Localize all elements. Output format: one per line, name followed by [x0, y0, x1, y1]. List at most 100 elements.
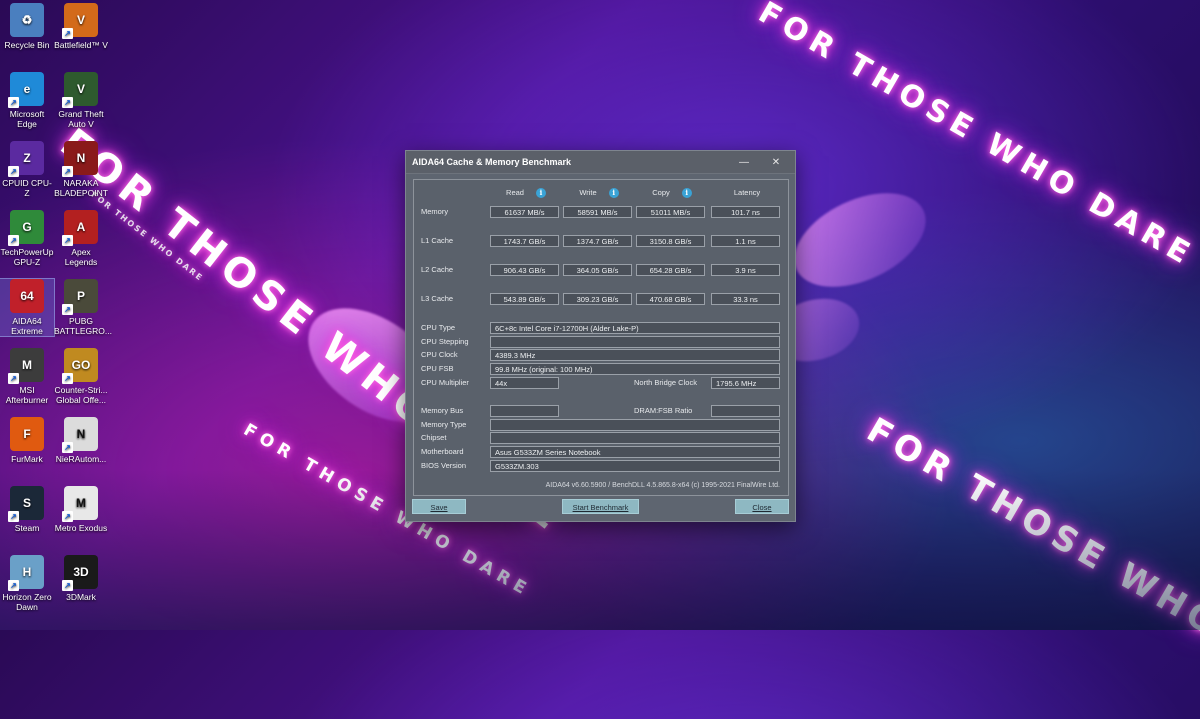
desktop-icon-metro[interactable]: M↗Metro Exodus: [54, 486, 108, 533]
desktop-icon-label: MSI Afterburner: [0, 385, 54, 405]
l1-write-value: 1374.7 GB/s: [563, 235, 632, 247]
desktop-icon-edge[interactable]: e↗Microsoft Edge: [0, 72, 54, 129]
cpu-stepping-value: [490, 336, 780, 348]
pubg-icon: P↗: [64, 279, 98, 313]
gpuz-icon: G↗: [10, 210, 44, 244]
shortcut-arrow-icon: ↗: [8, 166, 19, 177]
l3-read-value: 543.89 GB/s: [490, 293, 559, 305]
column-header-latency: Latency: [712, 188, 782, 197]
motherboard-label: Motherboard: [421, 447, 464, 456]
chipset-label: Chipset: [421, 433, 446, 442]
desktop-icon-horizon[interactable]: H↗Horizon Zero Dawn: [0, 555, 54, 612]
cpu-fsb-value: 99.8 MHz (original: 100 MHz): [490, 363, 780, 375]
memory-latency-value: 101.7 ns: [711, 206, 780, 218]
shortcut-arrow-icon: ↗: [62, 580, 73, 591]
cpu-type-value: 6C+8c Intel Core i7-12700H (Alder Lake-P…: [490, 322, 780, 334]
window-titlebar[interactable]: AIDA64 Cache & Memory Benchmark — ✕: [406, 151, 795, 174]
close-button[interactable]: Close: [735, 499, 789, 514]
shortcut-arrow-icon: ↗: [8, 235, 19, 246]
desktop-icon-label: Steam: [0, 523, 54, 533]
desktop-icon-csgo[interactable]: GO↗Counter-Stri... Global Offe...: [54, 348, 108, 405]
info-icon[interactable]: i: [682, 188, 692, 198]
wallpaper-shape: [780, 174, 941, 306]
l3-copy-value: 470.68 GB/s: [636, 293, 705, 305]
shortcut-arrow-icon: ↗: [8, 373, 19, 384]
desktop-icon-label: NARAKA BLADEPOINT: [54, 178, 108, 198]
recycle-bin-icon: ♻: [10, 3, 44, 37]
close-window-button[interactable]: ✕: [765, 157, 787, 168]
minimize-button[interactable]: —: [733, 157, 755, 168]
motherboard-value: Asus G533ZM Series Notebook: [490, 446, 780, 458]
cpu-stepping-label: CPU Stepping: [421, 337, 469, 346]
l3-write-value: 309.23 GB/s: [563, 293, 632, 305]
l2-copy-value: 654.28 GB/s: [636, 264, 705, 276]
read-header-label: Read: [506, 188, 524, 197]
info-icon[interactable]: i: [609, 188, 619, 198]
copy-header-label: Copy: [652, 188, 670, 197]
afterburner-icon: M↗: [10, 348, 44, 382]
aida64-icon: 64: [10, 279, 44, 313]
bios-version-label: BIOS Version: [421, 461, 466, 470]
cpu-multiplier-label: CPU Multiplier: [421, 378, 469, 387]
desktop-icon-label: Grand Theft Auto V: [54, 109, 108, 129]
l2-latency-value: 3.9 ns: [711, 264, 780, 276]
shortcut-arrow-icon: ↗: [62, 235, 73, 246]
desktop-icon-pubg[interactable]: P↗ PUBG BATTLEGRO...: [54, 279, 108, 336]
desktop-icon-label: Recycle Bin: [0, 40, 54, 50]
desktop-icon-apex[interactable]: A↗Apex Legends: [54, 210, 108, 267]
row-label-memory: Memory: [421, 207, 448, 216]
column-header-read: Read i: [491, 188, 561, 198]
benchmark-panel: Readi Writei Copyi Latency Memory 61637 …: [413, 179, 789, 496]
shortcut-arrow-icon: ↗: [62, 442, 73, 453]
desktop-icon-steam[interactable]: S↗Steam: [0, 486, 54, 533]
shortcut-arrow-icon: ↗: [62, 166, 73, 177]
desktop-icon-label: NieRAutom...: [54, 454, 108, 464]
aida64-benchmark-window[interactable]: AIDA64 Cache & Memory Benchmark — ✕ Read…: [405, 150, 796, 522]
version-footer: AIDA64 v6.60.5900 / BenchDLL 4.5.865.8-x…: [546, 482, 780, 489]
bios-version-value: G533ZM.303: [490, 460, 780, 472]
shortcut-arrow-icon: ↗: [62, 28, 73, 39]
cpu-type-label: CPU Type: [421, 323, 455, 332]
cpu-clock-label: CPU Clock: [421, 350, 458, 359]
row-label-l1-cache: L1 Cache: [421, 236, 453, 245]
l1-latency-value: 1.1 ns: [711, 235, 780, 247]
dram-fsb-ratio-label: DRAM:FSB Ratio: [634, 406, 692, 415]
desktop-icon-battlefield[interactable]: V↗ Battlefield™ V: [54, 3, 108, 50]
cpu-multiplier-value: 44x: [490, 377, 559, 389]
l3-latency-value: 33.3 ns: [711, 293, 780, 305]
north-bridge-clock-label: North Bridge Clock: [634, 378, 697, 387]
desktop-icon-furmark[interactable]: FFurMark: [0, 417, 54, 464]
wallpaper-slogan: FOR THOSE WHO DARE: [860, 410, 1200, 719]
info-icon[interactable]: i: [536, 188, 546, 198]
start-benchmark-button[interactable]: Start Benchmark: [562, 499, 639, 514]
save-button[interactable]: Save: [412, 499, 466, 514]
horizon-icon: H↗: [10, 555, 44, 589]
row-label-l2-cache: L2 Cache: [421, 265, 453, 274]
desktop-icon-label: CPUID CPU-Z: [0, 178, 54, 198]
desktop-icon-afterburner[interactable]: M↗ MSI Afterburner: [0, 348, 54, 405]
desktop-icon-gta[interactable]: V↗Grand Theft Auto V: [54, 72, 108, 129]
desktop-icon-recycle-bin[interactable]: ♻ Recycle Bin: [0, 3, 54, 50]
memory-bus-label: Memory Bus: [421, 406, 463, 415]
desktop-icon-gpuz[interactable]: G↗TechPowerUp GPU-Z: [0, 210, 54, 267]
desktop-icon-3dmark[interactable]: 3D↗ 3DMark: [54, 555, 108, 602]
wallpaper-slogan: FOR THOSE WHO DARE: [753, 0, 1200, 274]
shortcut-arrow-icon: ↗: [62, 511, 73, 522]
desktop-icon-naraka[interactable]: N↗NARAKA BLADEPOINT: [54, 141, 108, 198]
l2-write-value: 364.05 GB/s: [563, 264, 632, 276]
cpu-clock-value: 4389.3 MHz: [490, 349, 780, 361]
desktop-icon-nier[interactable]: N↗NieRAutom...: [54, 417, 108, 464]
3dmark-icon: 3D↗: [64, 555, 98, 589]
cpu-fsb-label: CPU FSB: [421, 364, 454, 373]
desktop-icon-aida64[interactable]: 64AIDA64 Extreme: [0, 279, 54, 336]
battlefield-icon: V↗: [64, 3, 98, 37]
desktop-icon-label: 3DMark: [54, 592, 108, 602]
shortcut-arrow-icon: ↗: [62, 373, 73, 384]
desktop-icon-cpuz[interactable]: Z↗CPUID CPU-Z: [0, 141, 54, 198]
shortcut-arrow-icon: ↗: [8, 580, 19, 591]
desktop-icon-label: Battlefield™ V: [54, 40, 108, 50]
shortcut-arrow-icon: ↗: [8, 511, 19, 522]
desktop-icon-label: FurMark: [0, 454, 54, 464]
desktop-icon-label: PUBG BATTLEGRO...: [54, 316, 108, 336]
l1-read-value: 1743.7 GB/s: [490, 235, 559, 247]
